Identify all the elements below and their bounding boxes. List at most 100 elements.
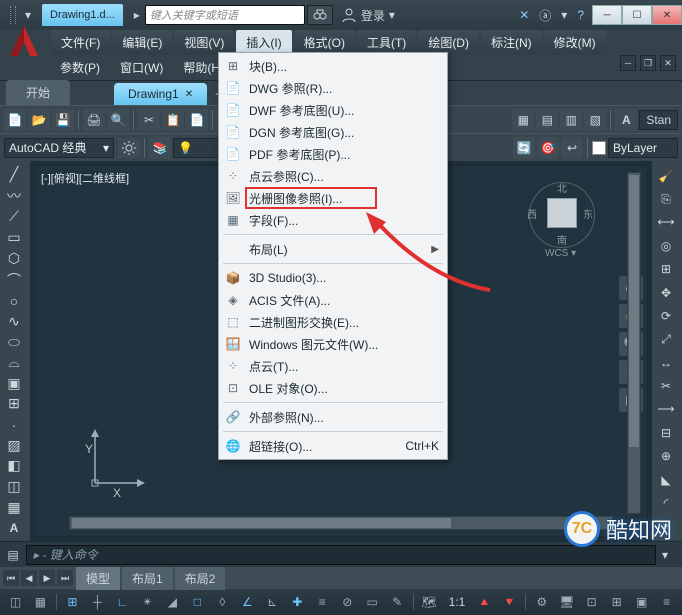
extend-icon[interactable]: ⟶ (654, 399, 678, 420)
viewcube-north[interactable]: 北 (557, 180, 567, 195)
polygon-icon[interactable]: ⬡ (2, 249, 26, 268)
sb-annvis-icon[interactable]: 🔻 (498, 591, 521, 613)
explode-icon[interactable]: ✶ (654, 516, 678, 537)
break-icon[interactable]: ⊟ (654, 422, 678, 443)
menu-item[interactable]: ⁘点云(T)... (219, 355, 447, 377)
layermatch-icon[interactable]: 🎯 (537, 137, 559, 159)
ellipsearc-icon[interactable]: ⌓ (2, 353, 26, 372)
doc-minimize-button[interactable]: ─ (620, 55, 636, 71)
viewcube-west[interactable]: 西 (527, 206, 537, 221)
insert-icon[interactable]: ▣ (2, 374, 26, 393)
sb-ws-icon[interactable]: ⚙ (530, 591, 553, 613)
ellipse-icon[interactable]: ⬭ (2, 333, 26, 352)
command-input[interactable]: ▸ - 键入命令 (26, 545, 656, 565)
layer-icon-1[interactable]: ▦ (512, 109, 534, 131)
sb-qp-icon[interactable]: ▭ (361, 591, 384, 613)
sb-snap-icon[interactable]: ⊞ (61, 591, 84, 613)
menu-item[interactable]: 📄DWF 参考底图(U)... (219, 99, 447, 121)
sb-ortho-icon[interactable]: ∟ (111, 591, 134, 613)
spline-icon[interactable]: ∿ (2, 312, 26, 331)
layout-tab-2[interactable]: 布局2 (175, 567, 226, 590)
sb-tpy-icon[interactable]: ⊘ (336, 591, 359, 613)
command-recent-icon[interactable]: ▾ (656, 546, 674, 564)
help-dropdown-icon[interactable]: ▾ (561, 8, 567, 22)
layout-prev-icon[interactable]: ◀ (21, 570, 37, 586)
menu-item[interactable]: 🌐超链接(O)...Ctrl+K (219, 435, 447, 457)
hatch-icon[interactable]: ▨ (2, 436, 26, 455)
viewport-label[interactable]: [-][俯视][二维线框] (41, 170, 129, 186)
sb-osnap-icon[interactable]: □ (186, 591, 209, 613)
save-icon[interactable]: 💾 (52, 109, 74, 131)
block-icon[interactable]: ⊞ (2, 395, 26, 414)
sb-infer-icon[interactable]: ┼ (86, 591, 109, 613)
line-icon[interactable]: ╱ (2, 165, 26, 184)
sb-dyn-icon[interactable]: ✚ (286, 591, 309, 613)
layout-last-icon[interactable]: ⏭ (57, 570, 73, 586)
menu-item[interactable]: 📄DGN 参考底图(G)... (219, 121, 447, 143)
layerprev-icon[interactable]: ↩ (561, 137, 583, 159)
xline-icon[interactable]: ⟋ (2, 208, 26, 227)
rect-icon[interactable]: ▭ (2, 228, 26, 247)
bylayer-combo[interactable]: ByLayer (608, 138, 678, 158)
workspace-settings-button[interactable] (118, 138, 140, 158)
layout-next-icon[interactable]: ▶ (39, 570, 55, 586)
sb-model-icon[interactable]: ◫ (4, 591, 27, 613)
move-icon[interactable]: ✥ (654, 282, 678, 303)
polyline-icon[interactable]: 〰 (2, 186, 26, 206)
tab-close-icon[interactable]: ✕ (185, 89, 193, 100)
menu-item[interactable]: ⊞块(B)... (219, 55, 447, 77)
minimize-button[interactable]: ─ (592, 5, 622, 25)
horizontal-scrollbar[interactable] (69, 516, 613, 530)
table-icon[interactable]: ▦ (2, 498, 26, 517)
login-label[interactable]: 登录 (361, 7, 385, 24)
menu-window[interactable]: 窗口(W) (110, 55, 173, 80)
menu-item[interactable]: ⁘点云参照(C)... (219, 165, 447, 187)
offset-icon[interactable]: ◎ (654, 235, 678, 256)
viewcube-east[interactable]: 东 (583, 206, 593, 221)
menu-item[interactable]: ⊡OLE 对象(O)... (219, 377, 447, 399)
sb-3dosnap-icon[interactable]: ◊ (211, 591, 234, 613)
viewcube-south[interactable]: 南 (557, 232, 567, 247)
point-icon[interactable]: · (2, 415, 26, 434)
search-input[interactable]: 键入关键字或短语 (145, 5, 305, 25)
viewcube[interactable]: 北 南 东 西 WCS ▾ (517, 172, 607, 262)
workspace-combo[interactable]: AutoCAD 经典 ▾ (4, 138, 114, 158)
layermgr-icon[interactable]: 📚 (149, 137, 171, 159)
fillet-icon[interactable]: ◜ (654, 492, 678, 513)
menu-dimension[interactable]: 标注(N) (481, 30, 542, 55)
gradient-icon[interactable]: ◧ (2, 457, 26, 476)
sb-polar-icon[interactable]: ✴ (136, 591, 159, 613)
maximize-button[interactable]: ☐ (622, 5, 652, 25)
tab-start[interactable]: 开始 (6, 80, 70, 105)
viewcube-wcs[interactable]: WCS ▾ (545, 248, 576, 259)
layout-tab-1[interactable]: 布局1 (122, 567, 173, 590)
circle-icon[interactable]: ○ (2, 292, 26, 311)
sb-annscale-icon[interactable]: 🔺 (473, 591, 496, 613)
paste-icon[interactable]: 📄 (186, 109, 208, 131)
menu-item[interactable]: 🔗外部参照(N)... (219, 406, 447, 428)
menu-item[interactable]: 📄PDF 参考底图(P)... (219, 143, 447, 165)
preview-icon[interactable]: 🔍 (107, 109, 129, 131)
layer-icon-2[interactable]: ▤ (536, 109, 558, 131)
menu-item[interactable]: ◈ACIS 文件(A)... (219, 289, 447, 311)
cut-icon[interactable]: ✂ (138, 109, 160, 131)
sb-sc-icon[interactable]: ✎ (386, 591, 409, 613)
vertical-scrollbar[interactable] (627, 172, 641, 514)
menu-item[interactable]: 📦3D Studio(3)... (219, 267, 447, 289)
layerstate-icon[interactable]: 🔄 (513, 137, 535, 159)
sb-grid-icon[interactable]: ▦ (29, 591, 52, 613)
layout-first-icon[interactable]: ⏮ (3, 570, 19, 586)
layout-tab-model[interactable]: 模型 (76, 567, 120, 590)
close-button[interactable]: ✕ (652, 5, 682, 25)
plot-icon[interactable]: 🖨 (83, 109, 105, 131)
layer-icon-3[interactable]: ▥ (560, 109, 582, 131)
menu-edit[interactable]: 编辑(E) (112, 30, 172, 55)
menu-modify[interactable]: 修改(M) (544, 30, 606, 55)
menu-item[interactable]: ⬚二进制图形交换(E)... (219, 311, 447, 333)
doc-close-button[interactable]: ✕ (660, 55, 676, 71)
qat-dropdown-icon[interactable]: ▾ (20, 7, 36, 23)
rotate-icon[interactable]: ⟳ (654, 305, 678, 326)
file-tab[interactable]: Drawing1.d... (42, 4, 123, 26)
sb-lwt-icon[interactable]: ≡ (311, 591, 334, 613)
tab-drawing1[interactable]: Drawing1 ✕ (114, 83, 207, 105)
